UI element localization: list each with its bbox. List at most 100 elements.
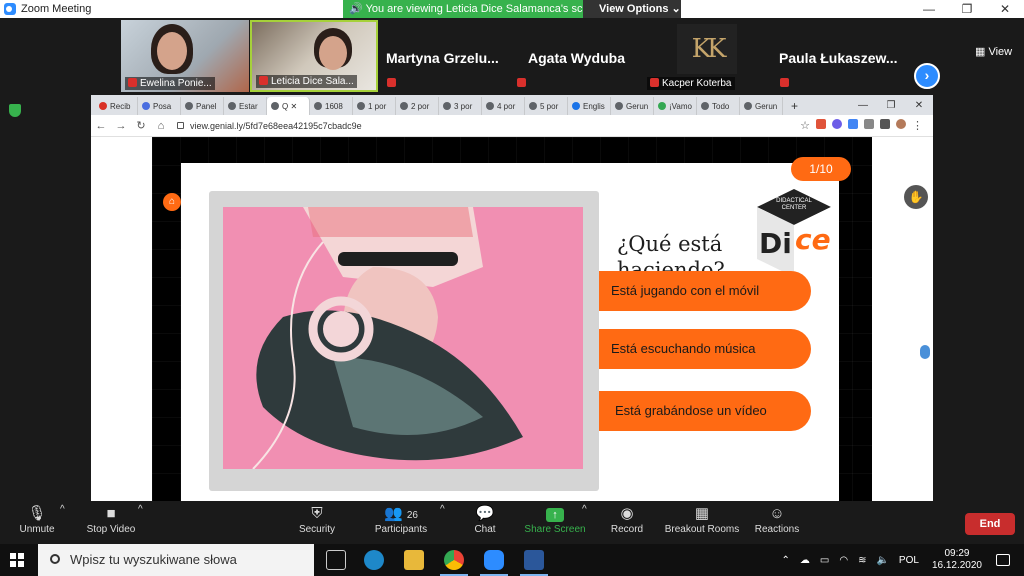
stop-video-button[interactable]: ■ Stop Video: [84, 504, 138, 535]
participants-options-caret[interactable]: ^: [440, 504, 445, 515]
chrome-icon[interactable]: [440, 550, 468, 576]
notification-center-icon[interactable]: [996, 554, 1010, 566]
new-tab-button[interactable]: +: [783, 97, 806, 115]
chat-button[interactable]: 💬 Chat: [470, 504, 500, 535]
extension-icon[interactable]: [832, 119, 842, 129]
participants-button[interactable]: 👥 26 Participants: [372, 504, 430, 535]
answer-option-3[interactable]: Está grabándose un vídeo: [599, 391, 811, 431]
taskbar-search-box[interactable]: Wpisz tu wyszukiwane słowa: [38, 544, 314, 576]
audio-options-caret[interactable]: ^: [60, 504, 65, 515]
browser-tab[interactable]: Gerun: [740, 97, 783, 115]
onedrive-icon[interactable]: ☁: [800, 555, 810, 566]
word-icon[interactable]: [520, 550, 548, 576]
home-button[interactable]: ⌂: [163, 193, 181, 211]
browser-tab[interactable]: 4 por: [482, 97, 525, 115]
site-icon: [271, 102, 279, 110]
reload-icon[interactable]: ↻: [131, 119, 151, 132]
browser-tab[interactable]: 2 por: [396, 97, 439, 115]
participant-tile[interactable]: Agata Wyduba: [510, 20, 638, 92]
network-icon[interactable]: ◠: [839, 555, 848, 566]
tray-overflow-icon[interactable]: ⌃: [782, 555, 790, 566]
muted-mic-icon: [650, 78, 659, 87]
photo-frame: [209, 191, 599, 491]
browser-tab[interactable]: Panel: [181, 97, 224, 115]
extension-icon[interactable]: [864, 119, 874, 129]
maximize-button[interactable]: ❐: [948, 0, 986, 18]
participant-tile-active[interactable]: Leticia Dice Sala...: [250, 20, 378, 92]
address-bar[interactable]: view.genial.ly/5fd7e68eea42195c7cbadc9e: [177, 121, 362, 131]
breakout-rooms-label: Breakout Rooms: [664, 524, 740, 535]
home-icon[interactable]: ⌂: [151, 120, 171, 132]
browser-tab[interactable]: 1 por: [353, 97, 396, 115]
browser-tab[interactable]: Estar: [224, 97, 267, 115]
dice-logo-top-text: DIDACTICAL CENTER: [776, 198, 812, 211]
extension-icon[interactable]: [848, 119, 858, 129]
windows-start-icon[interactable]: [10, 553, 24, 567]
participant-tile[interactable]: Ewelina Ponie...: [121, 20, 249, 92]
video-options-caret[interactable]: ^: [138, 504, 143, 515]
participant-face: [157, 32, 187, 70]
raise-hand-icon[interactable]: ✋: [904, 185, 928, 209]
browser-tab-active[interactable]: Q ✕: [267, 97, 310, 115]
browser-close-button[interactable]: ✕: [905, 97, 933, 115]
minimize-button[interactable]: —: [910, 0, 948, 18]
battery-icon[interactable]: ▭: [820, 555, 829, 566]
back-icon[interactable]: ←: [91, 120, 111, 132]
browser-tab[interactable]: 1608: [310, 97, 353, 115]
browser-maximize-button[interactable]: ❐: [877, 97, 905, 115]
view-button[interactable]: ▦ View: [975, 45, 1012, 58]
browser-window-controls: — ❐ ✕: [849, 97, 933, 115]
breakout-rooms-button[interactable]: ▦ Breakout Rooms: [664, 504, 740, 535]
browser-minimize-button[interactable]: —: [849, 97, 877, 115]
participant-tile[interactable]: Paula Łukaszew...: [773, 20, 901, 92]
menu-dots-icon[interactable]: ⋮: [912, 119, 923, 132]
unmute-button[interactable]: 🎙 Unmute: [14, 504, 60, 535]
site-icon: [572, 102, 580, 110]
browser-tab[interactable]: 5 por: [525, 97, 568, 115]
share-screen-button[interactable]: ↑ Share Screen: [524, 504, 586, 535]
stop-video-label: Stop Video: [86, 524, 136, 535]
security-button[interactable]: ⛨ Security: [296, 504, 338, 535]
answer-option-2[interactable]: Está escuchando música: [599, 329, 811, 369]
answer-option-1[interactable]: Está jugando con el móvil: [599, 271, 811, 311]
extension-icon[interactable]: [816, 119, 826, 129]
browser-tab[interactable]: Englis: [568, 97, 611, 115]
taskbar-clock[interactable]: 09:29 16.12.2020: [932, 548, 982, 572]
close-button[interactable]: ✕: [986, 0, 1024, 18]
browser-tab[interactable]: 3 por: [439, 97, 482, 115]
task-view-icon[interactable]: [326, 550, 346, 570]
view-options-button[interactable]: View Options ⌄: [583, 0, 681, 18]
browser-tab[interactable]: Recib: [95, 97, 138, 115]
record-button[interactable]: ◉ Record: [608, 504, 646, 535]
file-explorer-icon[interactable]: [404, 550, 424, 570]
edge-icon[interactable]: [364, 550, 384, 570]
end-meeting-button[interactable]: End: [965, 513, 1015, 535]
browser-tab[interactable]: Gerun: [611, 97, 654, 115]
browser-tab[interactable]: Todo: [697, 97, 740, 115]
forward-icon[interactable]: →: [111, 120, 131, 132]
profile-avatar[interactable]: [896, 119, 906, 129]
browser-tab[interactable]: Posa: [138, 97, 181, 115]
share-options-caret[interactable]: ^: [582, 504, 587, 515]
volume-icon[interactable]: 🔈: [876, 555, 888, 566]
language-indicator[interactable]: POL: [899, 555, 919, 566]
browser-tab[interactable]: ¡Vamo: [654, 97, 697, 115]
site-icon: [744, 102, 752, 110]
bookmark-star-icon[interactable]: ☆: [800, 119, 810, 132]
participant-tile[interactable]: Martyna Grzelu...: [380, 20, 508, 92]
participants-icon: 👥 26: [384, 505, 418, 522]
participant-tile[interactable]: KK Kacper Koterba: [643, 20, 771, 92]
next-page-button[interactable]: ›: [914, 63, 940, 89]
chat-bubble-icon: 💬: [475, 505, 495, 522]
zoom-toolbar: 🎙 Unmute ^ ■ Stop Video ^ ⛨ Security 👥 2…: [0, 501, 1024, 544]
site-icon: [529, 102, 537, 110]
muted-mic-icon: 🎙: [27, 505, 47, 522]
site-icon: [228, 102, 236, 110]
reactions-button[interactable]: ☺ Reactions: [754, 504, 800, 535]
unmute-label: Unmute: [19, 524, 55, 535]
mic-icon[interactable]: [920, 345, 930, 359]
video-camera-icon: ■: [106, 505, 116, 522]
zoom-taskbar-icon[interactable]: [480, 550, 508, 576]
extension-icon[interactable]: [880, 119, 890, 129]
wifi-icon[interactable]: ≋: [858, 555, 866, 566]
